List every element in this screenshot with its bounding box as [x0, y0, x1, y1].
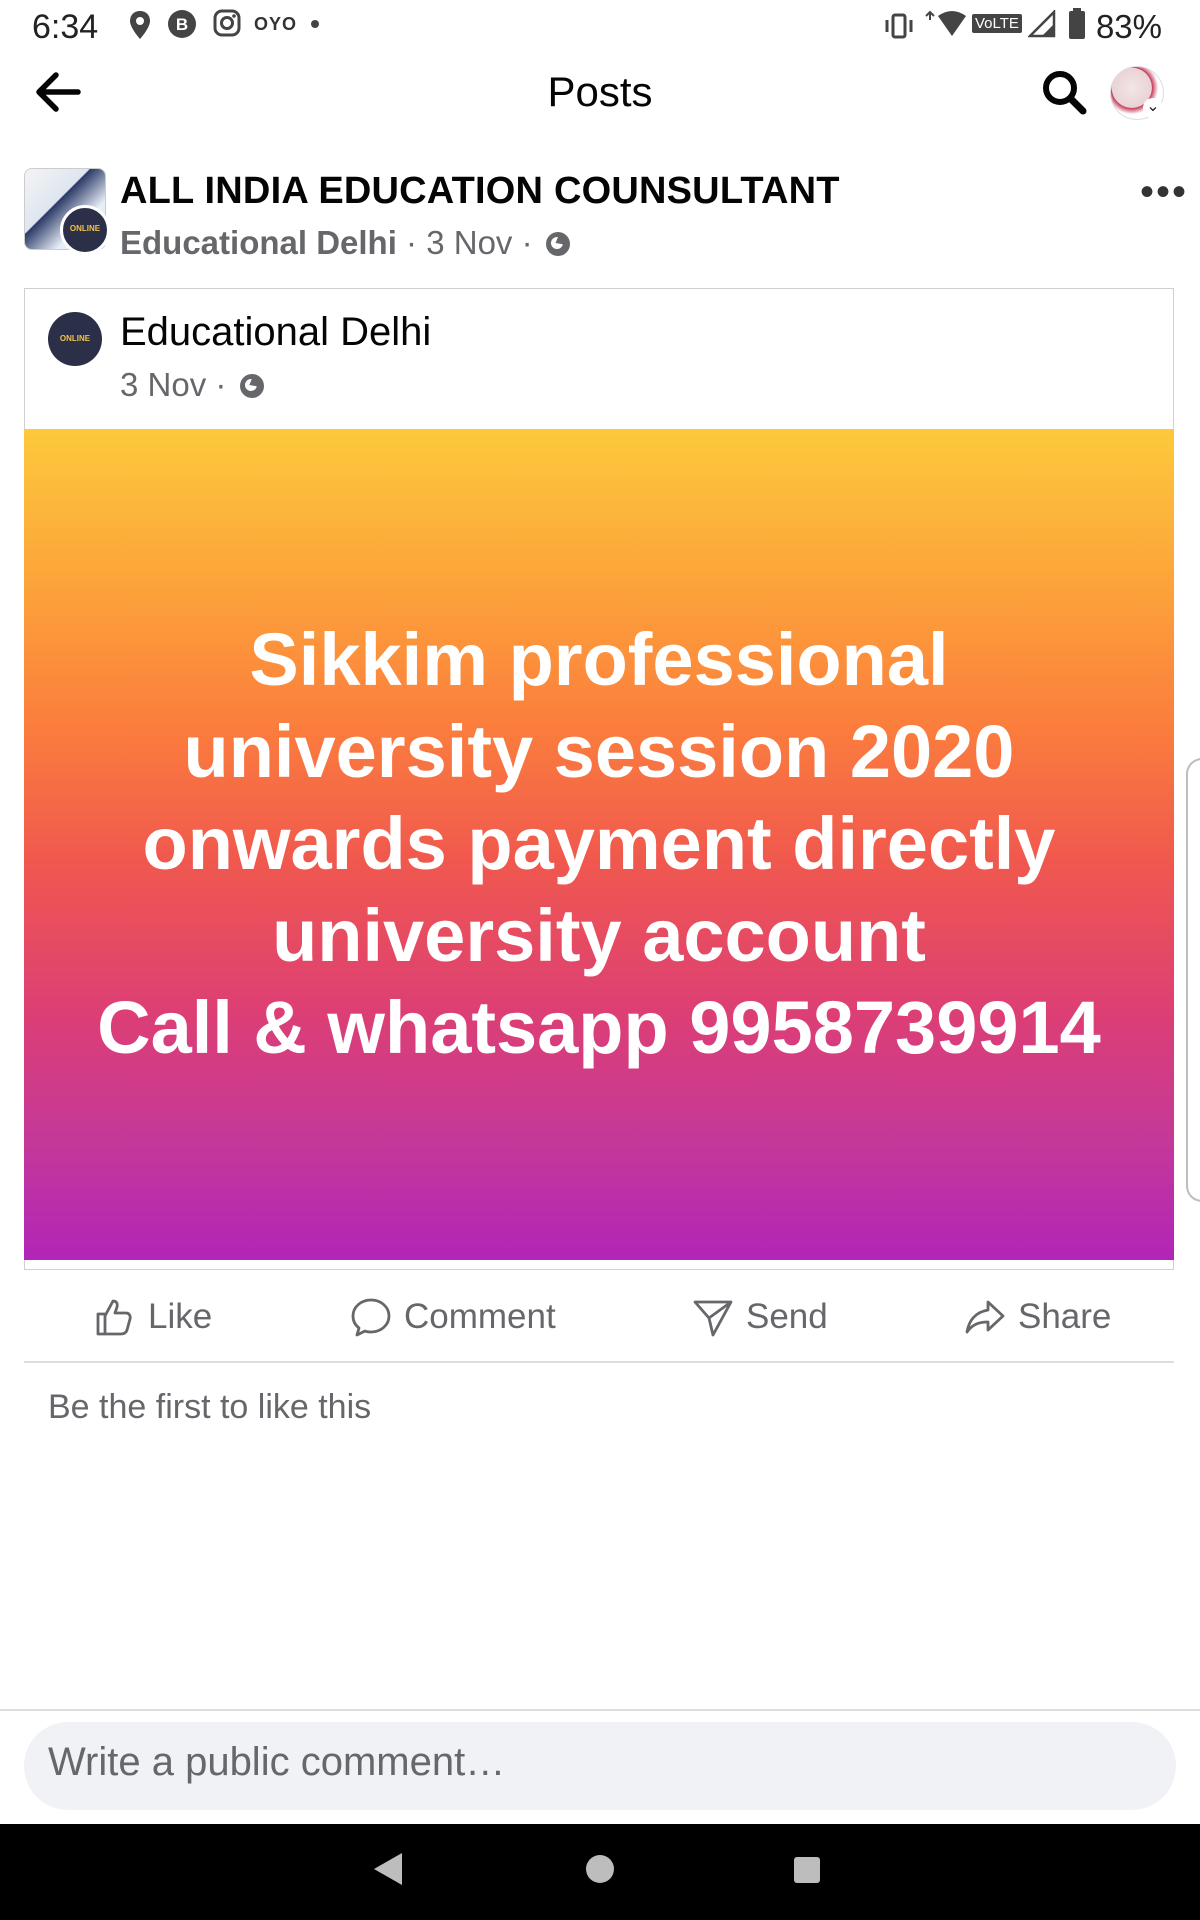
- image-text-line: university account: [272, 894, 926, 977]
- like-label: Like: [148, 1297, 213, 1336]
- volte-icon: VoLTE: [972, 14, 1022, 33]
- share-button[interactable]: Share: [964, 1294, 1111, 1340]
- share-label: Share: [1018, 1297, 1112, 1336]
- oyo-icon: OYO: [254, 14, 298, 34]
- more-options-icon[interactable]: •••: [1140, 170, 1188, 215]
- thumbs-up-icon: [96, 1299, 132, 1336]
- image-text-line: Call & whatsapp 9958739914: [97, 986, 1101, 1069]
- image-text-line: university session 2020: [183, 710, 1015, 793]
- wifi-icon: [924, 10, 974, 47]
- svg-text:B: B: [176, 15, 188, 34]
- globe-icon: [545, 232, 570, 256]
- post-meta: Educational Delhi · 3 Nov ·: [120, 224, 570, 262]
- shared-by-avatar[interactable]: ONLINE: [60, 205, 110, 255]
- image-text-line: onwards payment directly: [142, 802, 1056, 885]
- shared-page-name[interactable]: Educational Delhi: [120, 310, 431, 355]
- vibrate-icon: [884, 12, 914, 47]
- nav-home-icon[interactable]: [586, 1855, 614, 1883]
- reactions-summary: Be the first to like this: [48, 1388, 372, 1426]
- dot-icon: [310, 12, 320, 49]
- meta-separator: ·: [215, 366, 227, 403]
- meta-separator: ·: [521, 224, 533, 261]
- location-pin-icon: [128, 10, 152, 47]
- shared-post-meta: 3 Nov ·: [120, 366, 264, 404]
- divider: [24, 1361, 1174, 1363]
- chevron-down-icon[interactable]: ⌄: [1143, 98, 1163, 118]
- b-app-icon: B: [166, 8, 198, 47]
- comment-label: Comment: [404, 1297, 556, 1336]
- shared-page-avatar[interactable]: ONLINE: [48, 312, 102, 366]
- battery-icon: [1068, 8, 1086, 47]
- post-image-text: Sikkim professional university session 2…: [24, 614, 1174, 1074]
- battery-percentage: 83%: [1095, 8, 1162, 45]
- status-time: 6:34: [32, 8, 99, 46]
- nav-back-icon[interactable]: [374, 1853, 402, 1885]
- share-icon: [965, 1300, 1005, 1334]
- search-icon[interactable]: [1040, 68, 1088, 116]
- image-text-line: Sikkim professional: [249, 618, 949, 701]
- post-date[interactable]: 3 Nov: [426, 224, 512, 261]
- page-title: Posts: [547, 68, 653, 115]
- comment-button[interactable]: Comment: [350, 1294, 556, 1340]
- shared-by-name[interactable]: Educational Delhi: [120, 224, 397, 261]
- divider: [0, 1709, 1200, 1711]
- shared-post-date[interactable]: 3 Nov: [120, 366, 206, 403]
- like-button[interactable]: Like: [94, 1294, 212, 1340]
- page-name[interactable]: ALL INDIA EDUCATION COUNSULTANT: [120, 170, 840, 213]
- send-label: Send: [746, 1297, 828, 1336]
- nav-recents-icon[interactable]: [794, 1857, 820, 1883]
- comment-input[interactable]: Write a public comment…: [48, 1740, 505, 1785]
- signal-icon: [1026, 8, 1056, 45]
- comment-icon: [351, 1298, 391, 1337]
- instagram-icon: [212, 8, 242, 45]
- send-button[interactable]: Send: [692, 1294, 828, 1340]
- send-icon: [693, 1300, 733, 1337]
- globe-icon: [239, 374, 264, 398]
- meta-separator: ·: [406, 224, 418, 261]
- side-scroll-handle[interactable]: [1186, 758, 1200, 1202]
